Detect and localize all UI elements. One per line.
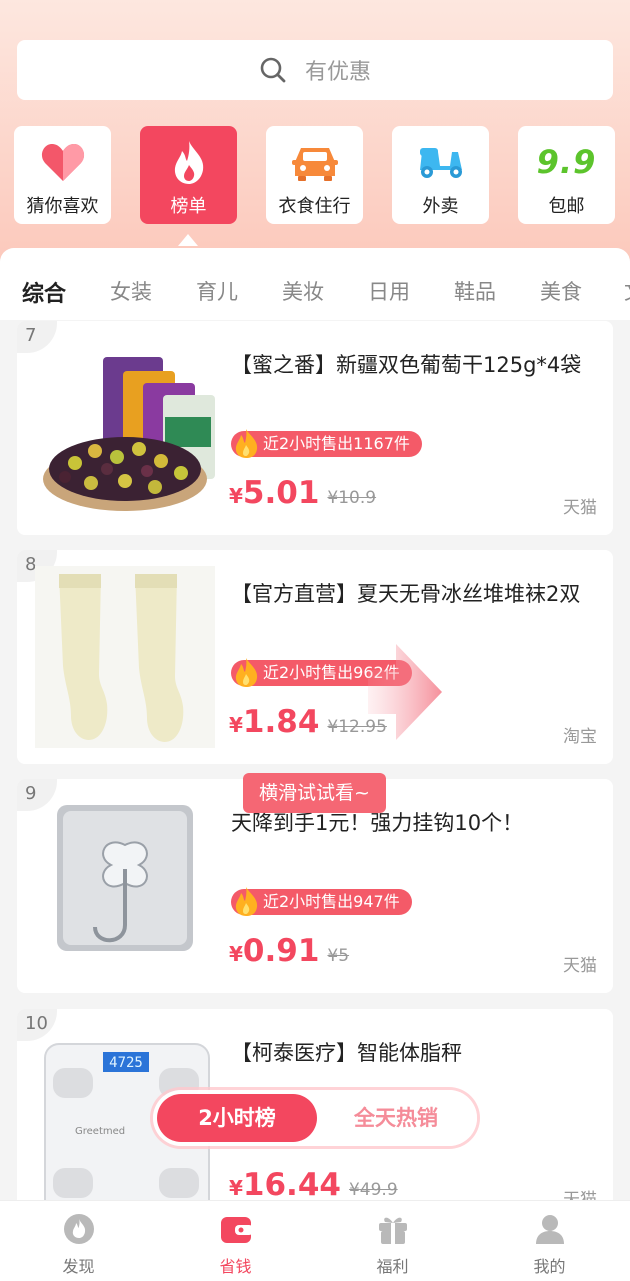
bottom-navigation: 发现 省钱 福利 我的 <box>0 1200 630 1281</box>
scale-brand: Greetmed <box>75 1126 125 1137</box>
category-ranking[interactable]: 榜单 <box>140 126 237 224</box>
category-tabs: 综合 女装 育儿 美妆 日用 鞋品 美食 文 <box>0 248 630 320</box>
nav-label: 发现 <box>62 1257 95 1276</box>
tab-all[interactable]: 综合 <box>22 276 66 308</box>
nav-label: 福利 <box>376 1257 409 1276</box>
flame-icon <box>63 1214 94 1244</box>
tab-daily-use[interactable]: 日用 <box>368 276 410 306</box>
swipe-arrow-icon <box>368 644 442 740</box>
original-price: ¥10.9 <box>327 488 377 508</box>
nav-discover[interactable]: 发现 <box>0 1201 157 1281</box>
category-active-pointer <box>178 234 198 246</box>
currency-symbol: ¥ <box>229 1176 243 1200</box>
toggle-2-hour-ranking[interactable]: 2小时榜 <box>157 1094 317 1142</box>
category-free-shipping[interactable]: 9.9 包邮 <box>518 126 615 224</box>
product-card[interactable]: 7 【蜜之番】新疆双色葡萄干125g*4袋 近2小时售出1167件 ¥5.01 … <box>17 321 613 535</box>
category-label: 猜你喜欢 <box>26 196 99 217</box>
flame-icon <box>174 141 203 184</box>
tab-more[interactable]: 文 <box>624 276 630 306</box>
scooter-icon <box>419 148 462 178</box>
shop-name: 天猫 <box>563 1190 597 1200</box>
toggle-all-day-bestsellers[interactable]: 全天热销 <box>321 1094 471 1142</box>
nav-welfare[interactable]: 福利 <box>314 1201 471 1281</box>
nav-label: 省钱 <box>219 1257 252 1276</box>
product-image-socks <box>35 566 215 748</box>
sale-price: 0.91 <box>242 933 320 969</box>
sales-text: 近2小时售出947件 <box>263 892 400 911</box>
heart-icon <box>41 143 84 181</box>
ranking-period-toggle: 2小时榜 全天热销 <box>153 1090 477 1146</box>
category-label: 榜单 <box>170 196 207 217</box>
sales-badge: 近2小时售出947件 <box>231 887 412 916</box>
nav-mine[interactable]: 我的 <box>471 1201 628 1281</box>
price: ¥16.44 ¥49.9 <box>229 1167 398 1200</box>
nine-nine-icon: 9.9 <box>536 143 597 181</box>
search-icon <box>260 57 286 83</box>
category-guess-you-like[interactable]: 猜你喜欢 <box>14 126 111 224</box>
tab-shoes[interactable]: 鞋品 <box>454 276 496 306</box>
category-daily-life[interactable]: 衣食住行 <box>266 126 363 224</box>
ranking-list-panel: 综合 女装 育儿 美妆 日用 鞋品 美食 文 7 【蜜之番】新疆双色葡萄干125… <box>0 248 630 1200</box>
price: ¥0.91 ¥5 <box>229 933 349 969</box>
fire-icon <box>235 429 258 458</box>
fire-icon <box>235 658 258 687</box>
sale-price: 1.84 <box>242 704 320 740</box>
product-title: 【柯泰医疗】智能体脂秤 <box>231 1041 462 1065</box>
tab-womens-wear[interactable]: 女装 <box>110 276 152 306</box>
price: ¥5.01 ¥10.9 <box>229 475 376 511</box>
shop-name: 天猫 <box>563 956 597 976</box>
search-bar[interactable]: 有优惠 <box>17 40 613 100</box>
category-takeout[interactable]: 外卖 <box>392 126 489 224</box>
tab-parenting[interactable]: 育儿 <box>196 276 238 306</box>
product-title: 【蜜之番】新疆双色葡萄干125g*4袋 <box>231 353 582 377</box>
original-price: ¥5 <box>327 946 350 966</box>
product-image-hooks <box>57 805 193 951</box>
shop-name: 天猫 <box>563 498 597 518</box>
original-price: ¥49.9 <box>348 1180 398 1200</box>
category-label: 包邮 <box>548 196 585 217</box>
gift-icon <box>378 1217 407 1244</box>
swipe-hint-tooltip: 横滑试试看~ <box>243 773 386 813</box>
user-icon <box>535 1215 564 1244</box>
category-label: 外卖 <box>422 196 459 217</box>
category-label: 衣食住行 <box>278 196 351 217</box>
search-placeholder: 有优惠 <box>304 60 371 85</box>
sale-price: 5.01 <box>242 475 320 511</box>
product-image-raisins <box>43 357 215 511</box>
shop-name: 淘宝 <box>563 727 597 747</box>
product-card[interactable]: 8 【官方直营】夏天无骨冰丝堆堆袜2双 近2小时售出962件 ¥1.84 ¥12.… <box>17 550 613 764</box>
currency-symbol: ¥ <box>229 942 243 966</box>
nav-save-money[interactable]: 省钱 <box>157 1201 314 1281</box>
tab-food[interactable]: 美食 <box>540 276 582 306</box>
wallet-icon <box>220 1217 253 1243</box>
sales-text: 近2小时售出1167件 <box>263 434 410 453</box>
price: ¥1.84 ¥12.95 <box>229 704 387 740</box>
tab-beauty[interactable]: 美妆 <box>282 276 324 306</box>
sales-badge: 近2小时售出1167件 <box>231 429 422 458</box>
product-title: 【官方直营】夏天无骨冰丝堆堆袜2双 <box>231 582 581 606</box>
sale-price: 16.44 <box>242 1167 341 1200</box>
currency-symbol: ¥ <box>229 484 243 508</box>
currency-symbol: ¥ <box>229 713 243 737</box>
scale-display: 4725 <box>109 1055 143 1071</box>
nav-label: 我的 <box>533 1257 566 1276</box>
fire-icon <box>235 887 258 916</box>
car-icon <box>291 148 338 181</box>
